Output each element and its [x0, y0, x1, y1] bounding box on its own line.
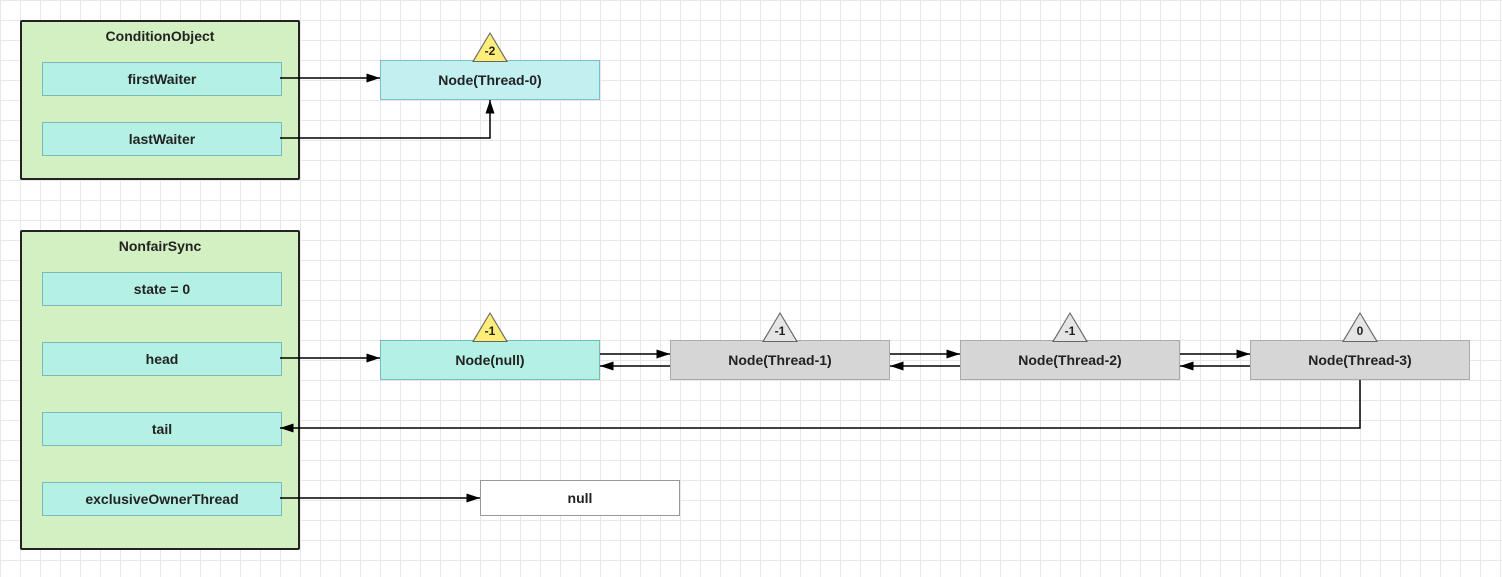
tail-field: tail — [42, 412, 282, 446]
nonfair-sync-container: NonfairSync state = 0 head tail exclusiv… — [20, 230, 300, 550]
condition-object-title: ConditionObject — [22, 28, 298, 44]
node-thread-2-badge: -1 — [1052, 324, 1088, 338]
last-waiter-label: lastWaiter — [129, 131, 195, 147]
first-waiter-label: firstWaiter — [128, 71, 197, 87]
node-thread-0-label: Node(Thread-0) — [438, 72, 541, 88]
node-thread-1-label: Node(Thread-1) — [728, 352, 831, 368]
node-head-null-badge: -1 — [472, 324, 508, 338]
state-label: state = 0 — [134, 281, 190, 297]
null-box-label: null — [568, 490, 593, 506]
node-thread-2-label: Node(Thread-2) — [1018, 352, 1121, 368]
node-thread-0-badge: -2 — [472, 44, 508, 58]
exclusive-owner-thread-field: exclusiveOwnerThread — [42, 482, 282, 516]
condition-object-container: ConditionObject firstWaiter lastWaiter — [20, 20, 300, 180]
node-head-null-label: Node(null) — [455, 352, 524, 368]
state-field: state = 0 — [42, 272, 282, 306]
node-head-null: Node(null) — [380, 340, 600, 380]
triangle-badge-icon: -2 — [472, 32, 508, 62]
head-field: head — [42, 342, 282, 376]
triangle-badge-icon: 0 — [1342, 312, 1378, 342]
node-thread-2: Node(Thread-2) — [960, 340, 1180, 380]
node-thread-3-label: Node(Thread-3) — [1308, 352, 1411, 368]
tail-label: tail — [152, 421, 172, 437]
node-thread-3-badge: 0 — [1342, 324, 1378, 338]
triangle-badge-icon: -1 — [472, 312, 508, 342]
triangle-badge-icon: -1 — [1052, 312, 1088, 342]
node-thread-3: Node(Thread-3) — [1250, 340, 1470, 380]
node-thread-1-badge: -1 — [762, 324, 798, 338]
last-waiter-field: lastWaiter — [42, 122, 282, 156]
null-box: null — [480, 480, 680, 516]
first-waiter-field: firstWaiter — [42, 62, 282, 96]
nonfair-sync-title: NonfairSync — [22, 238, 298, 254]
head-label: head — [146, 351, 179, 367]
diagram-canvas: ConditionObject firstWaiter lastWaiter N… — [0, 0, 1502, 577]
node-thread-1: Node(Thread-1) — [670, 340, 890, 380]
exclusive-owner-thread-label: exclusiveOwnerThread — [85, 491, 238, 507]
triangle-badge-icon: -1 — [762, 312, 798, 342]
node-thread-0: Node(Thread-0) — [380, 60, 600, 100]
